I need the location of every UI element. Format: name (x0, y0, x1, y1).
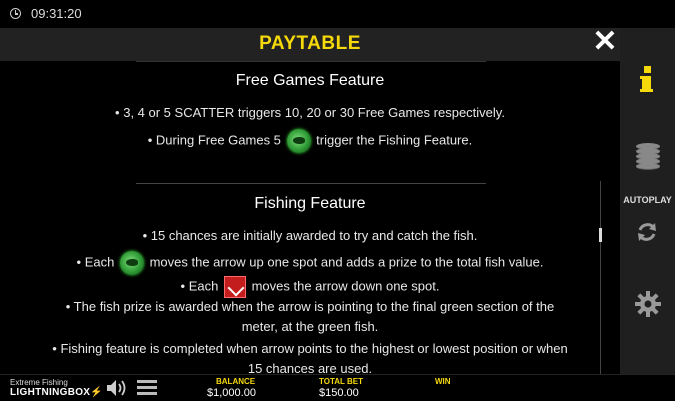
refresh-icon[interactable] (635, 220, 659, 244)
fishing-line-1: • 15 chances are initially awarded to tr… (142, 228, 478, 243)
info-icon[interactable] (640, 66, 654, 94)
close-icon[interactable]: ✕ (591, 27, 619, 57)
gear-icon[interactable] (634, 290, 662, 318)
section-divider (136, 183, 486, 184)
clock-icon (10, 8, 21, 19)
scrollbar-thumb[interactable] (599, 228, 602, 242)
fishing-line-2-start: • Each (76, 254, 115, 270)
paytable-content[interactable]: Free Games Feature • 3, 4 or 5 SCATTER t… (0, 61, 620, 374)
scrollbar-track[interactable] (600, 181, 601, 374)
fishing-line-2: • Each moves the arrow up one spot and a… (0, 251, 620, 275)
red-symbol-icon (223, 276, 246, 298)
fishing-line-5: meter, at the green fish. (241, 319, 379, 334)
fishing-line-3: • Each moves the arrow down one spot. (0, 276, 620, 298)
free-games-line-1: • 3, 4 or 5 SCATTER triggers 10, 20 or 3… (115, 105, 505, 120)
free-games-line-2: • During Free Games 5 trigger the Fishin… (0, 129, 620, 153)
fishing-line-4: • The fish prize is awarded when the arr… (65, 299, 555, 314)
fish-symbol-icon (286, 129, 311, 153)
menu-icon[interactable] (137, 380, 157, 396)
total-bet-value: $150.00 (319, 387, 359, 399)
fishing-line-6: • Fishing feature is completed when arro… (52, 341, 568, 356)
free-games-title: Free Games Feature (235, 72, 385, 89)
total-bet-label: TOTAL BET (319, 377, 363, 386)
game-name: Extreme Fishing (10, 378, 68, 387)
fish-symbol-icon (119, 251, 144, 275)
fishing-line-3-start: • Each (180, 278, 219, 294)
balance-value: $1,000.00 (207, 387, 256, 399)
speaker-icon[interactable] (106, 379, 128, 397)
autoplay-label[interactable]: AUTOPLAY (620, 195, 675, 205)
side-panel: AUTOPLAY (620, 28, 675, 374)
fishing-line-2-end: moves the arrow up one spot and adds a p… (149, 254, 544, 270)
bolt-icon: ⚡ (90, 387, 104, 398)
coins-icon[interactable] (636, 143, 660, 170)
page-title: PAYTABLE (259, 33, 361, 54)
free-games-line-2-end: trigger the Fishing Feature. (316, 132, 473, 148)
bottom-bar: Extreme Fishing LIGHTNINGBOX⚡ BALANCE $1… (0, 374, 675, 401)
brand-logo-lightning: LIGHTNING (10, 387, 68, 398)
status-bar: 09:31:20 (0, 0, 675, 28)
fishing-line-7: 15 chances are used. (247, 361, 373, 374)
balance-label: BALANCE (216, 377, 256, 386)
win-label: WIN (435, 377, 451, 386)
top-divider (136, 61, 486, 62)
status-time: 09:31:20 (31, 6, 82, 21)
free-games-line-2-start: • During Free Games 5 (147, 132, 281, 148)
fishing-title: Fishing Feature (254, 195, 366, 212)
brand-logo: LIGHTNINGBOX⚡ (10, 387, 103, 398)
brand-logo-box: BOX (67, 387, 91, 398)
paytable-header: PAYTABLE ✕ (0, 27, 620, 61)
fishing-line-3-end: moves the arrow down one spot. (251, 278, 440, 294)
